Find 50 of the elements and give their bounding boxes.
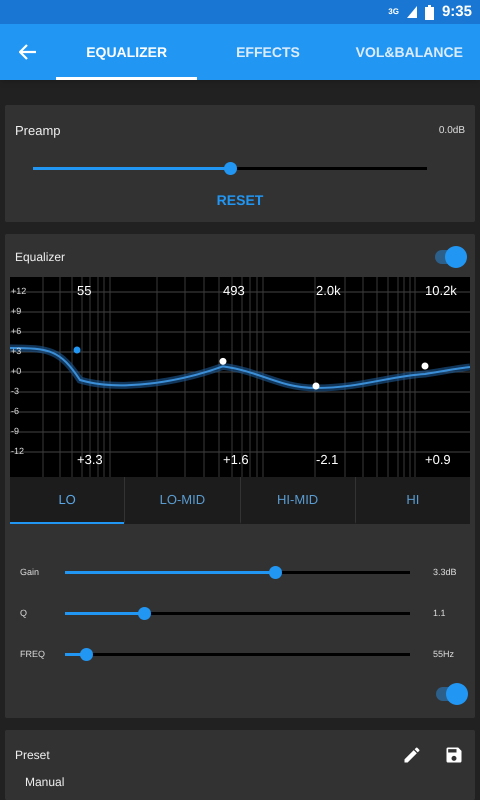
axis-tick-label: +9 [11, 307, 22, 316]
band-gain: +3.3 [77, 453, 103, 466]
tab[interactable]: EQUALIZER [56, 24, 198, 80]
preamp-reading: 0.0dB [438, 124, 465, 138]
axis-tick-label: -6 [11, 407, 20, 416]
reset-button[interactable]: RESET [208, 190, 272, 210]
preset-value: Manual [25, 776, 66, 788]
band-frequency: 10.2k [425, 284, 457, 297]
band-tab[interactable]: HI [354, 477, 470, 524]
toggle-switch[interactable] [434, 683, 468, 705]
band-gain: +0.9 [425, 453, 451, 466]
slider-thumb[interactable] [138, 607, 152, 620]
axis-tick-label: +3 [11, 347, 22, 356]
band-frequency: 493 [223, 284, 245, 297]
toggle-switch[interactable] [433, 246, 467, 268]
clock: 9:35 [442, 2, 472, 22]
param-label: Gain [20, 566, 40, 579]
band-tab[interactable]: LO-MID [124, 477, 240, 524]
band-frequency: 55 [77, 284, 92, 297]
axis-tick-label: -12 [11, 447, 24, 456]
band-point[interactable] [220, 358, 226, 365]
axis-tick-label: -3 [11, 387, 20, 396]
band-point[interactable] [74, 346, 80, 354]
axis-tick-label: -9 [11, 427, 20, 436]
preamp-label: Preamp [15, 122, 61, 140]
band-tab[interactable]: HI-MID [240, 477, 355, 524]
axis-tick-label: +6 [11, 327, 22, 336]
param-label: FREQ [20, 648, 46, 661]
band-point[interactable] [422, 362, 428, 370]
slider-thumb[interactable] [269, 566, 282, 579]
param-reading: 1.1 [432, 606, 447, 620]
battery-icon [424, 4, 434, 20]
param-label: Q [20, 606, 28, 620]
axis-tick-label: +12 [11, 287, 26, 296]
back-arrow-icon [19, 44, 37, 60]
band-gain: -2.1 [316, 453, 338, 466]
network-type: 3G [388, 6, 399, 18]
param-reading: 3.3dB [432, 566, 458, 579]
axis-tick-label: +0 [11, 367, 22, 376]
pencil-icon [402, 745, 422, 765]
slider-thumb[interactable] [80, 648, 93, 661]
band-frequency: 2.0k [316, 284, 341, 297]
preset-label: Preset [15, 747, 51, 764]
signal-icon [406, 6, 417, 18]
band-tab[interactable]: LO [10, 477, 124, 524]
param-reading: 55Hz [432, 648, 456, 661]
slider-thumb[interactable] [224, 162, 237, 174]
band-point[interactable] [312, 382, 320, 390]
equalizer-label: Equalizer [15, 249, 66, 266]
band-gain: +1.6 [223, 453, 249, 466]
